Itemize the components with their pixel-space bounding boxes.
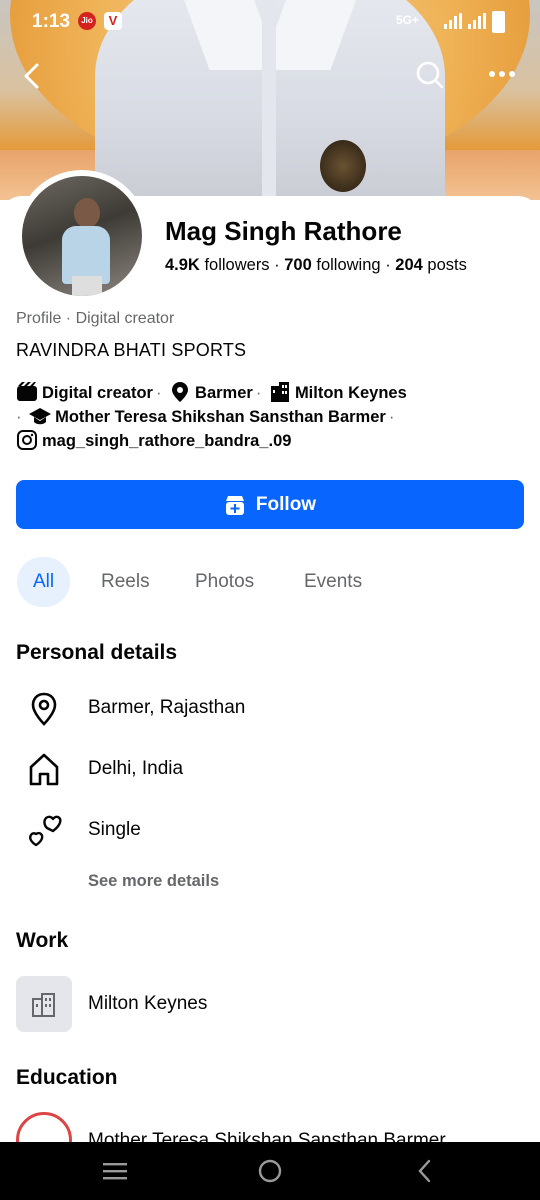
search-icon — [416, 61, 444, 89]
follow-button[interactable]: Follow — [16, 480, 524, 529]
posts-count: 204 — [395, 256, 423, 274]
meta-separator: · — [16, 408, 22, 426]
home-icon — [26, 751, 62, 787]
home-button[interactable] — [255, 1158, 285, 1184]
tab-photos[interactable]: Photos — [195, 557, 254, 607]
profile-name: Mag Singh Rathore — [165, 216, 402, 246]
location-pin-outline-icon — [26, 691, 62, 727]
back-button[interactable] — [12, 56, 52, 96]
work-title: Work — [16, 929, 69, 952]
personal-details-title: Personal details — [16, 641, 178, 664]
status-time: 1:13 — [32, 11, 71, 32]
signal-icon-2 — [468, 13, 486, 29]
cover-emblem — [320, 140, 366, 192]
profile-stats: 4.9K followers · 700 following · 204 pos… — [165, 256, 467, 275]
hearts-icon — [26, 812, 62, 848]
work-employer[interactable]: Milton Keynes — [88, 993, 207, 1015]
system-navigation-bar — [0, 1142, 540, 1200]
meta-separator: · — [155, 384, 162, 402]
tab-reels[interactable]: Reels — [101, 557, 150, 607]
signal-icon — [444, 13, 462, 29]
followers-stat[interactable]: 4.9K followers — [165, 256, 270, 274]
intro-category: Digital creator — [42, 384, 153, 402]
battery-icon — [492, 11, 505, 33]
clapperboard-icon — [16, 382, 38, 402]
relationship-status: Single — [88, 819, 141, 840]
profile-bio: RAVINDRA BHATI SPORTS — [16, 340, 247, 360]
home-circle-icon — [258, 1159, 282, 1183]
followers-count: 4.9K — [165, 256, 200, 274]
avatar-legs — [72, 276, 102, 296]
more-dots-icon — [489, 71, 515, 77]
back-chevron-icon — [418, 1159, 431, 1183]
location-pin-icon — [169, 382, 191, 402]
intro-location: Barmer — [195, 384, 253, 402]
network-type: 5G+ — [396, 13, 420, 27]
search-button[interactable] — [410, 56, 450, 96]
status-bar: 1:13 Jio V 5G+ — [0, 0, 540, 44]
follow-label: Follow — [255, 493, 317, 515]
menu-lines-icon — [103, 1163, 127, 1180]
posts-label: posts — [427, 256, 467, 274]
building-icon — [269, 382, 291, 402]
recent-apps-button[interactable] — [100, 1158, 130, 1184]
building-icon — [32, 993, 55, 1017]
tab-all[interactable]: All — [17, 557, 71, 607]
instagram-icon — [16, 430, 38, 450]
followers-label: followers — [204, 256, 270, 274]
intro-line-3[interactable]: mag_singh_rathore_bandra_.09 — [16, 430, 291, 451]
intro-school: Mother Teresa Shikshan Sansthan Barmer — [55, 408, 386, 426]
stats-separator: · — [274, 256, 285, 274]
work-icon-tile — [16, 976, 72, 1032]
avatar[interactable] — [22, 176, 142, 296]
avatar-head — [74, 198, 100, 228]
intro-work: Milton Keynes — [294, 384, 407, 402]
following-stat[interactable]: 700 following — [284, 256, 380, 274]
education-title: Education — [16, 1066, 118, 1089]
following-label: following — [316, 256, 381, 274]
back-arrow-icon — [24, 63, 39, 89]
jio-icon: Jio — [78, 12, 96, 30]
follow-icon — [225, 495, 244, 515]
see-more-details-link[interactable]: See more details — [88, 872, 219, 891]
graduation-cap-icon — [29, 406, 52, 426]
tab-events[interactable]: Events — [304, 557, 362, 607]
profile-subtitle: Profile · Digital creator — [16, 310, 175, 327]
more-options-button[interactable] — [482, 56, 522, 96]
app-notification-icon: V — [104, 12, 122, 30]
meta-separator: · — [388, 408, 395, 426]
intro-line-2: · Mother Teresa Shikshan Sansthan Barmer… — [16, 406, 397, 427]
posts-stat: 204 posts — [395, 256, 467, 274]
current-city: Barmer, Rajasthan — [88, 697, 246, 718]
hometown: Delhi, India — [88, 758, 184, 779]
stats-separator: · — [385, 256, 396, 274]
following-count: 700 — [284, 256, 312, 274]
system-back-button[interactable] — [410, 1158, 440, 1184]
intro-instagram: mag_singh_rathore_bandra_.09 — [42, 432, 292, 450]
meta-separator: · — [255, 384, 262, 402]
intro-line-1: Digital creator · Barmer · Milton Keynes — [16, 382, 407, 403]
